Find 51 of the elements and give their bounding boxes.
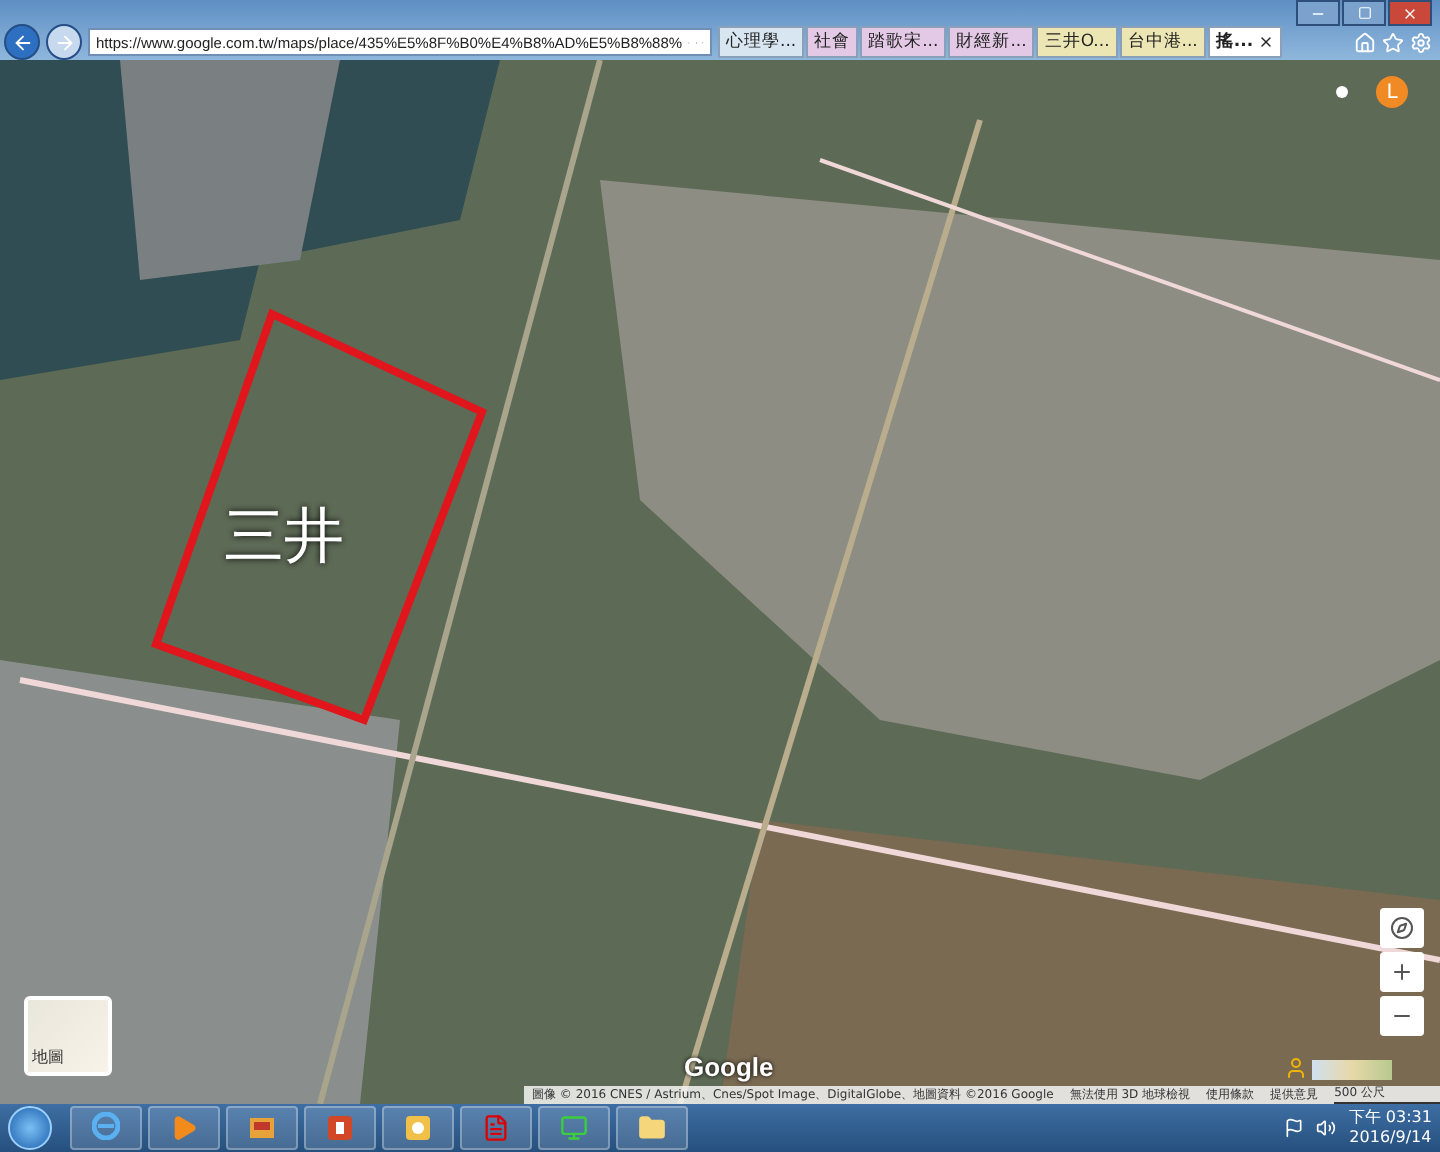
browser-tab[interactable]: 三井O... [1036, 26, 1118, 58]
forward-button[interactable] [46, 24, 82, 60]
taskbar-app-button[interactable] [226, 1106, 298, 1150]
folder-icon[interactable] [638, 1114, 666, 1142]
zoom-out-button[interactable] [1380, 996, 1424, 1036]
browser-tab[interactable]: 社會 [806, 26, 859, 58]
minimize-button[interactable] [1296, 0, 1340, 26]
map-layer-button[interactable]: 地圖 [24, 996, 112, 1076]
maximize-icon [1357, 6, 1371, 20]
close-icon [1402, 5, 1418, 21]
taskbar-app-button[interactable] [460, 1106, 532, 1150]
taskbar-app-button[interactable] [148, 1106, 220, 1150]
monitor-icon[interactable] [560, 1114, 588, 1142]
maximize-button[interactable] [1342, 0, 1386, 26]
home-icon[interactable] [1354, 31, 1376, 53]
browser-tab[interactable]: 台中港... [1119, 26, 1206, 58]
taskbar-app-button[interactable] [382, 1106, 454, 1150]
back-arrow-icon [11, 31, 33, 53]
taskbar-app-button[interactable] [304, 1106, 376, 1150]
person-figure [1284, 1056, 1308, 1080]
area-label: 三井 [224, 500, 344, 576]
presentation-app-icon[interactable] [326, 1114, 354, 1142]
person-icon[interactable] [1284, 1056, 1308, 1080]
compass-icon [1390, 916, 1414, 940]
browser-e-icon[interactable] [92, 1111, 120, 1145]
satellite-map[interactable] [0, 60, 1440, 1104]
taskbar-app-button[interactable] [616, 1106, 688, 1150]
close-tab-icon[interactable] [1257, 34, 1274, 50]
imagery-thumbnails[interactable] [1312, 1060, 1392, 1080]
star-icon[interactable] [1382, 31, 1404, 53]
browser-tab[interactable]: 搖... [1207, 26, 1282, 58]
browser-tab[interactable]: 心理學... [718, 26, 805, 58]
taskbar-app-button[interactable] [70, 1106, 142, 1150]
zoom-in-icon [1390, 960, 1414, 984]
map-logo: Google [684, 1052, 774, 1082]
flag-icon[interactable] [1284, 1118, 1305, 1138]
settings-icon[interactable] [1410, 31, 1432, 53]
forward-arrow-icon [53, 31, 75, 53]
back-button[interactable] [4, 24, 40, 60]
start-button[interactable] [8, 1106, 52, 1150]
zoom-in-button[interactable] [1380, 952, 1424, 992]
compass-button[interactable] [1380, 908, 1424, 948]
volume-icon[interactable] [1316, 1118, 1337, 1138]
play-icon[interactable] [170, 1114, 198, 1142]
slides-icon[interactable] [248, 1114, 276, 1142]
taskbar-app-button[interactable] [538, 1106, 610, 1150]
browser-tab[interactable]: 踏歌宋... [860, 26, 947, 58]
notes-app-icon[interactable] [404, 1114, 432, 1142]
browser-tab[interactable]: 財經新... [948, 26, 1035, 58]
clock[interactable]: 下午 03:31 2016/9/14 [1348, 1108, 1432, 1148]
close-button[interactable] [1388, 0, 1432, 26]
